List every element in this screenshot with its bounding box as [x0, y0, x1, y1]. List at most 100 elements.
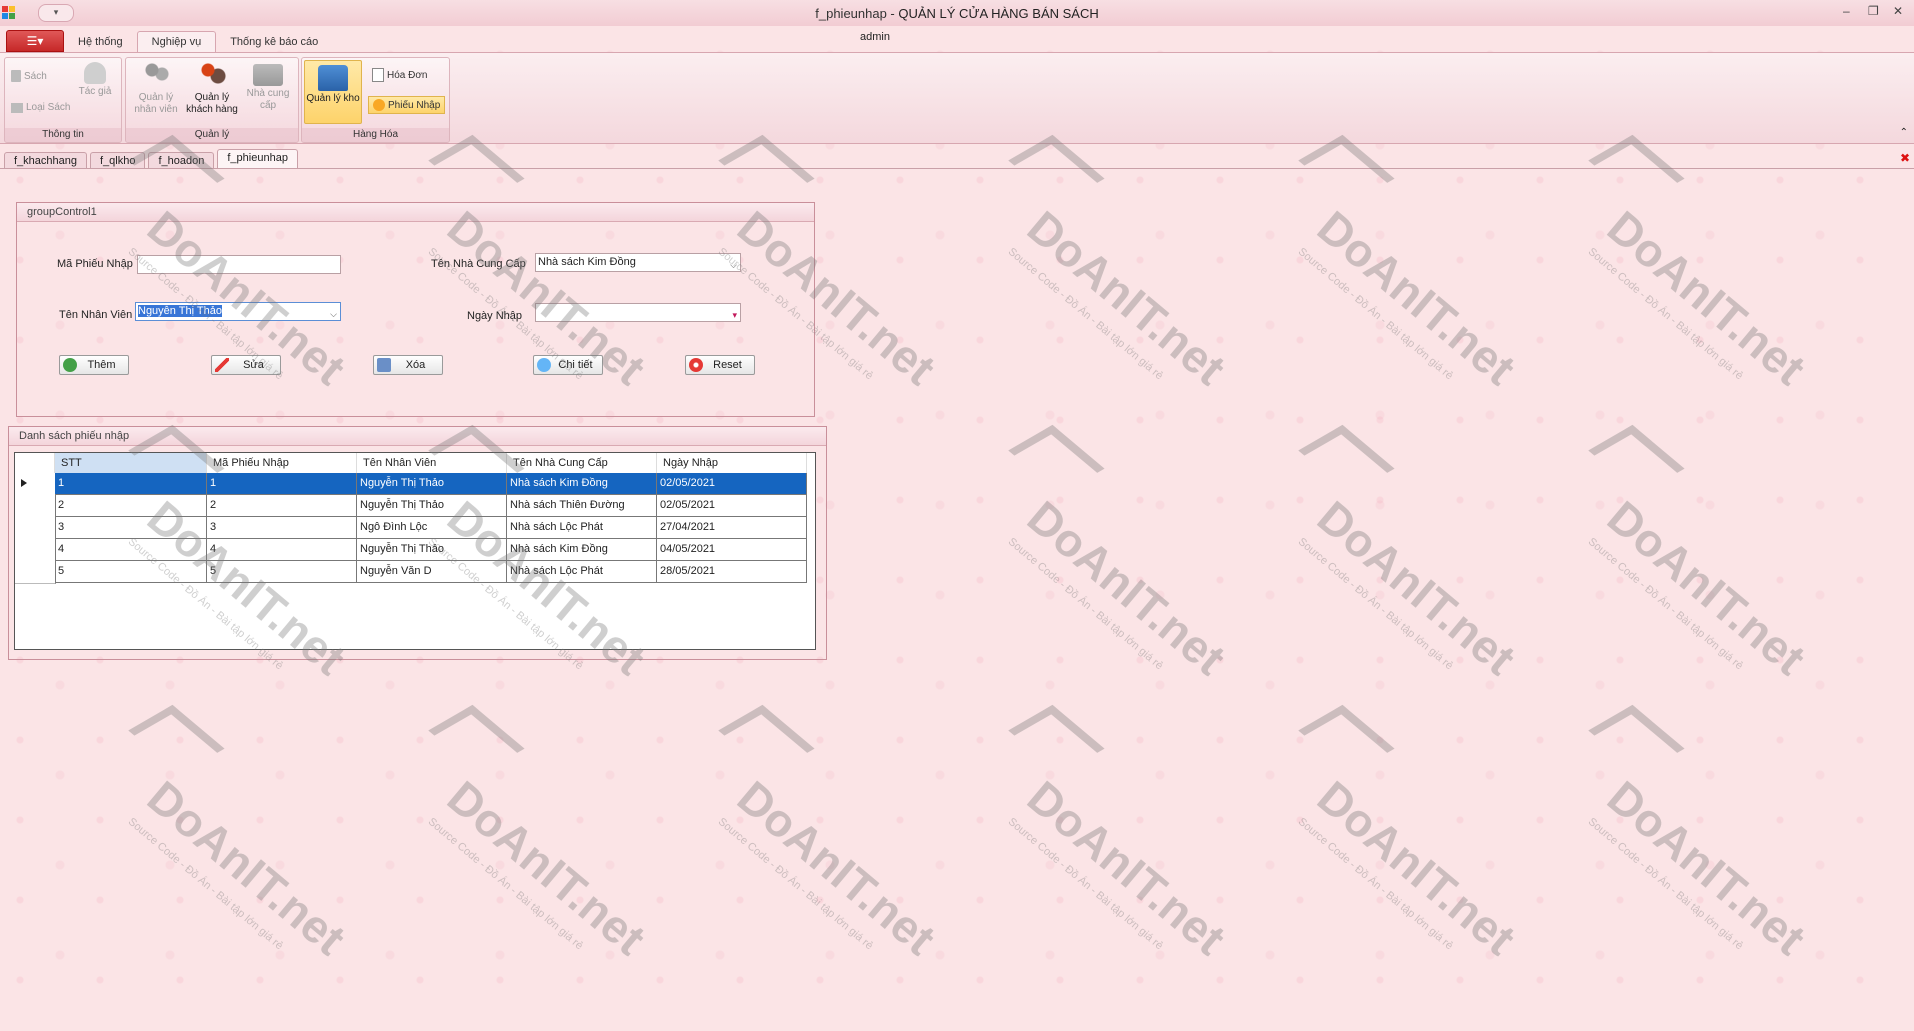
nha-cung-cap-button[interactable]: Nhà cung cấp — [240, 60, 296, 112]
cell-ma-phieu-nhap[interactable]: 1 — [207, 473, 357, 495]
cell-ten-nhan-vien[interactable]: Nguyễn Thị Thảo — [357, 473, 507, 495]
add-icon — [63, 358, 77, 372]
cell-stt[interactable]: 5 — [55, 561, 207, 583]
quan-ly-kho-button[interactable]: Quản lý kho — [304, 60, 362, 124]
table-row[interactable]: 2 2 Nguyễn Thị Thảo Nhà sách Thiên Đường… — [15, 495, 815, 518]
group-control-title: groupControl1 — [17, 203, 814, 222]
ribbon-group-label: Thông tin — [5, 128, 121, 142]
loai-sach-button[interactable]: Loại Sách — [11, 102, 70, 113]
cell-ma-phieu-nhap[interactable]: 4 — [207, 539, 357, 561]
cell-ngay-nhap[interactable]: 02/05/2021 — [657, 473, 807, 495]
tab-thong-ke-bao-cao[interactable]: Thống kê báo cáo — [216, 32, 332, 52]
row-header[interactable] — [15, 495, 56, 518]
watermark-logo-icon — [1298, 704, 1395, 775]
chevron-down-icon[interactable]: ⌵ — [330, 306, 337, 323]
ten-nhan-vien-combo[interactable]: Nguyễn Thị Thảo ⌵ — [135, 302, 341, 321]
cell-ngay-nhap[interactable]: 04/05/2021 — [657, 539, 807, 561]
cell-ten-nhan-vien[interactable]: Nguyễn Văn D — [357, 561, 507, 583]
grid-corner — [15, 453, 55, 473]
sach-button[interactable]: Sách — [11, 70, 47, 82]
watermark-logo-icon — [1588, 424, 1685, 495]
cell-ten-nha-cung-cap[interactable]: Nhà sách Lộc Phát — [507, 517, 657, 539]
quan-ly-khach-hang-button[interactable]: Quản lý khách hàng — [184, 60, 240, 116]
calendar-dropdown-icon[interactable]: ▾ — [732, 307, 737, 324]
cell-ten-nhan-vien[interactable]: Nguyễn Thị Thảo — [357, 495, 507, 517]
row-header[interactable] — [15, 473, 56, 496]
column-header-ten-nha-cung-cap[interactable]: Tên Nhà Cung Cấp — [507, 453, 657, 473]
column-header-ten-nhan-vien[interactable]: Tên Nhân Viên — [357, 453, 507, 473]
cell-ten-nha-cung-cap[interactable]: Nhà sách Thiên Đường — [507, 495, 657, 517]
doc-tab-hoadon[interactable]: f_hoadon — [148, 152, 215, 169]
doc-tab-qlkho[interactable]: f_qlkho — [90, 152, 146, 169]
watermark: DoAnIT.net Source Code - Đồ Án - Bài tập … — [1519, 704, 1821, 1025]
cell-ten-nhan-vien[interactable]: Nguyễn Thị Thảo — [357, 539, 507, 561]
window-title: f_phieunhap - QUẢN LÝ CỬA HÀNG BÁN SÁCH — [0, 6, 1914, 21]
cell-ma-phieu-nhap[interactable]: 3 — [207, 517, 357, 539]
category-icon — [11, 102, 23, 113]
quan-ly-nhan-vien-button[interactable]: Quản lý nhân viên — [128, 60, 184, 116]
collapse-ribbon-icon[interactable]: ⌃ — [1900, 127, 1908, 138]
cell-ten-nha-cung-cap[interactable]: Nhà sách Lộc Phát — [507, 561, 657, 583]
table-row[interactable]: 3 3 Ngô Đình Lộc Nhà sách Lộc Phát 27/04… — [15, 517, 815, 540]
tac-gia-button[interactable]: Tác giả — [75, 62, 115, 98]
delete-icon — [377, 358, 391, 372]
minimize-icon[interactable]: – — [1843, 4, 1850, 18]
table-row[interactable]: 5 5 Nguyễn Văn D Nhà sách Lộc Phát 28/05… — [15, 561, 815, 584]
ribbon-group-thong-tin: Sách Tác giả Loại Sách Thông tin — [4, 57, 122, 143]
doc-tab-phieunhap[interactable]: f_phieunhap — [217, 149, 298, 169]
tab-he-thong[interactable]: Hệ thống — [64, 32, 137, 52]
ribbon-group-quan-ly: Quản lý nhân viên Quản lý khách hàng Nhà… — [125, 57, 299, 143]
hoa-don-button[interactable]: Hóa Đơn — [372, 68, 427, 82]
cell-ma-phieu-nhap[interactable]: 5 — [207, 561, 357, 583]
ten-nha-cung-cap-combo[interactable]: Nhà sách Kim Đồng ⌵ — [535, 253, 741, 272]
cell-ngay-nhap[interactable]: 02/05/2021 — [657, 495, 807, 517]
column-header-ma-phieu-nhap[interactable]: Mã Phiếu Nhập — [207, 453, 357, 473]
cell-stt[interactable]: 2 — [55, 495, 207, 517]
cell-ma-phieu-nhap[interactable]: 2 — [207, 495, 357, 517]
close-icon[interactable]: ✕ — [1893, 4, 1903, 18]
cell-stt[interactable]: 3 — [55, 517, 207, 539]
ten-nha-cung-cap-label: Tên Nhà Cung Cấp — [431, 258, 526, 270]
customers-icon — [196, 60, 228, 90]
column-header-stt[interactable]: STT — [55, 453, 207, 473]
ngay-nhap-date-picker[interactable]: ▾ — [535, 303, 741, 322]
them-button[interactable]: Thêm — [59, 355, 129, 375]
doc-tab-khachhang[interactable]: f_khachhang — [4, 152, 87, 169]
cell-ngay-nhap[interactable]: 28/05/2021 — [657, 561, 807, 583]
receipt-icon — [373, 99, 385, 111]
table-row[interactable]: 1 1 Nguyễn Thị Thảo Nhà sách Kim Đồng 02… — [15, 473, 815, 496]
watermark-logo-icon — [1008, 134, 1105, 205]
column-header-ngay-nhap[interactable]: Ngày Nhập — [657, 453, 807, 473]
row-header[interactable] — [15, 539, 56, 562]
phieu-nhap-grid[interactable]: STT Mã Phiếu Nhập Tên Nhân Viên Tên Nhà … — [14, 452, 816, 650]
watermark: DoAnIT.net Source Code - Đồ Án - Bài tập … — [939, 424, 1241, 745]
application-menu-button[interactable]: ☰▾ — [6, 30, 64, 52]
cell-ten-nha-cung-cap[interactable]: Nhà sách Kim Đồng — [507, 473, 657, 495]
employees-icon — [140, 60, 172, 90]
book-icon — [11, 70, 21, 82]
watermark-logo-icon — [1588, 134, 1685, 205]
cell-ngay-nhap[interactable]: 27/04/2021 — [657, 517, 807, 539]
ribbon-group-label: Quản lý — [126, 128, 298, 142]
chevron-down-icon[interactable]: ⌵ — [730, 257, 737, 274]
ma-phieu-nhap-input[interactable] — [137, 255, 341, 274]
watermark: DoAnIT.net Source Code - Đồ Án - Bài tập … — [359, 704, 661, 1025]
close-document-icon[interactable]: ✖ — [1900, 151, 1910, 165]
danh-sach-title: Danh sách phiếu nhập — [9, 427, 826, 446]
cell-stt[interactable]: 1 — [55, 473, 207, 495]
row-header[interactable] — [15, 561, 56, 584]
xoa-button[interactable]: Xóa — [373, 355, 443, 375]
chi-tiet-button[interactable]: Chi tiết — [533, 355, 603, 375]
table-row[interactable]: 4 4 Nguyễn Thị Thảo Nhà sách Kim Đồng 04… — [15, 539, 815, 562]
ngay-nhap-label: Ngày Nhập — [467, 310, 523, 322]
phieu-nhap-button[interactable]: Phiếu Nhập — [368, 96, 446, 114]
sua-button[interactable]: Sửa — [211, 355, 281, 375]
tab-nghiep-vu[interactable]: Nghiệp vụ — [136, 31, 217, 52]
reset-icon — [689, 358, 703, 372]
maximize-icon[interactable]: ❐ — [1868, 4, 1879, 18]
row-header[interactable] — [15, 517, 56, 540]
cell-ten-nha-cung-cap[interactable]: Nhà sách Kim Đồng — [507, 539, 657, 561]
reset-button[interactable]: Reset — [685, 355, 755, 375]
cell-ten-nhan-vien[interactable]: Ngô Đình Lộc — [357, 517, 507, 539]
cell-stt[interactable]: 4 — [55, 539, 207, 561]
